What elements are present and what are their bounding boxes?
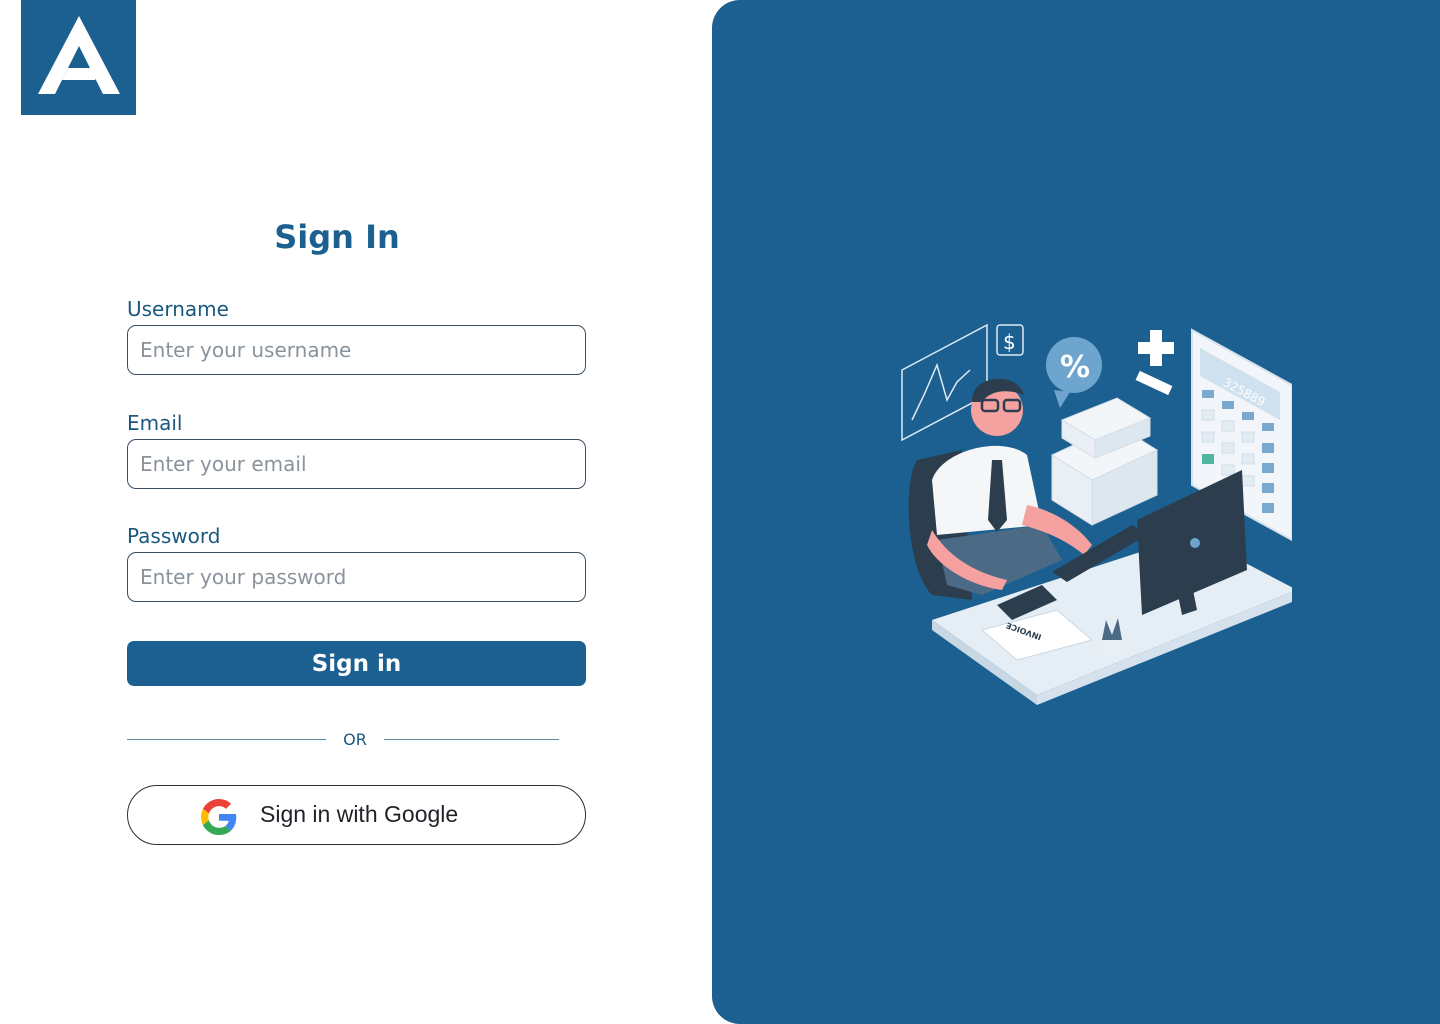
google-sign-in-button[interactable]: Sign in with Google [127,785,586,845]
password-input[interactable] [127,552,586,602]
hero-panel: $ % 325889 INVOICE [712,0,1440,1024]
email-input[interactable] [127,439,586,489]
letter-a-logo-icon [38,16,120,94]
username-label: Username [127,297,229,321]
dollar-sign-text: $ [1003,330,1016,354]
accountant-at-desk-illustration-icon: $ % 325889 INVOICE [901,323,1292,705]
percent-sign-text: % [1060,350,1090,385]
sign-in-button[interactable]: Sign in [127,641,586,686]
divider-left [127,739,326,740]
email-label: Email [127,411,183,435]
divider-or-text: OR [343,730,367,749]
page-title: Sign In [274,218,400,256]
password-label: Password [127,524,221,548]
divider-right [384,739,559,740]
logo [21,0,136,115]
google-g-icon [201,799,237,835]
username-input[interactable] [127,325,586,375]
google-sign-in-label: Sign in with Google [260,801,459,827]
